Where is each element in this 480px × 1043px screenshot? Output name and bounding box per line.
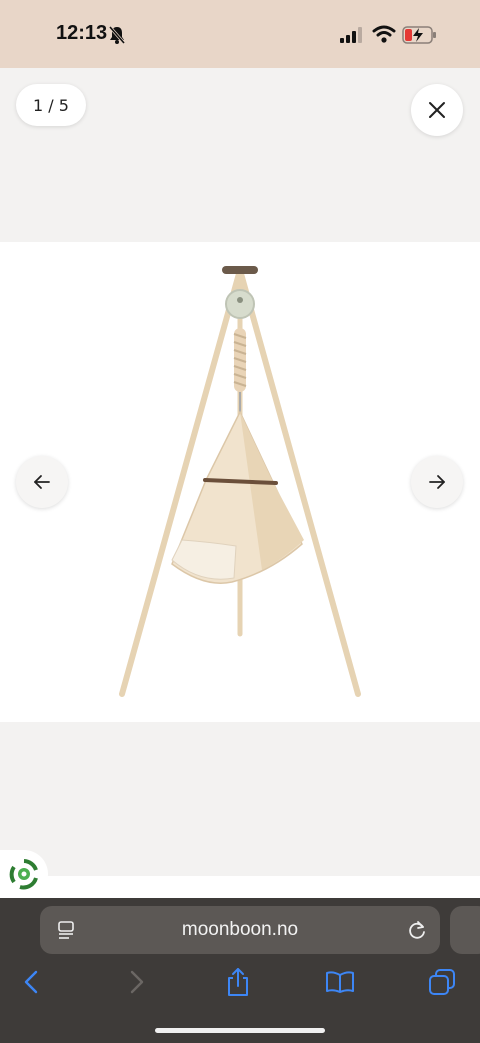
arrow-left-icon [34, 475, 50, 489]
bell-mute-icon [108, 26, 126, 44]
chevron-left-icon [24, 970, 38, 994]
url-text: moonboon.no [181, 919, 299, 940]
status-bar: 12:13 [0, 0, 480, 68]
reload-icon[interactable] [406, 919, 428, 941]
page-footer-strip [0, 876, 480, 898]
bookmarks-button[interactable] [324, 966, 356, 998]
chevron-right-icon [130, 970, 144, 994]
share-button[interactable] [222, 966, 254, 998]
battery-charging-icon [402, 26, 436, 44]
wifi-icon [372, 25, 396, 43]
previous-image-button[interactable] [16, 456, 68, 508]
arrow-right-icon [429, 475, 445, 489]
book-icon [326, 971, 354, 993]
product-image[interactable] [0, 242, 480, 722]
close-icon [429, 102, 445, 118]
close-button[interactable] [411, 84, 463, 136]
tabs-button[interactable] [426, 966, 458, 998]
status-time: 12:13 [56, 22, 108, 44]
recycle-badge[interactable] [0, 850, 48, 898]
home-indicator [155, 1028, 325, 1033]
image-counter: 1 / 5 [16, 84, 86, 126]
back-button[interactable] [16, 966, 48, 998]
address-bar[interactable]: moonboon.no [40, 906, 440, 954]
share-icon [228, 968, 248, 996]
forward-button[interactable] [120, 966, 152, 998]
cradle-on-tripod-stand [119, 266, 361, 697]
tabs-icon [429, 969, 455, 995]
next-image-button[interactable] [411, 456, 463, 508]
recycle-icon [9, 859, 38, 890]
cellular-signal-icon [340, 27, 362, 43]
next-tab-peek[interactable] [450, 906, 480, 954]
